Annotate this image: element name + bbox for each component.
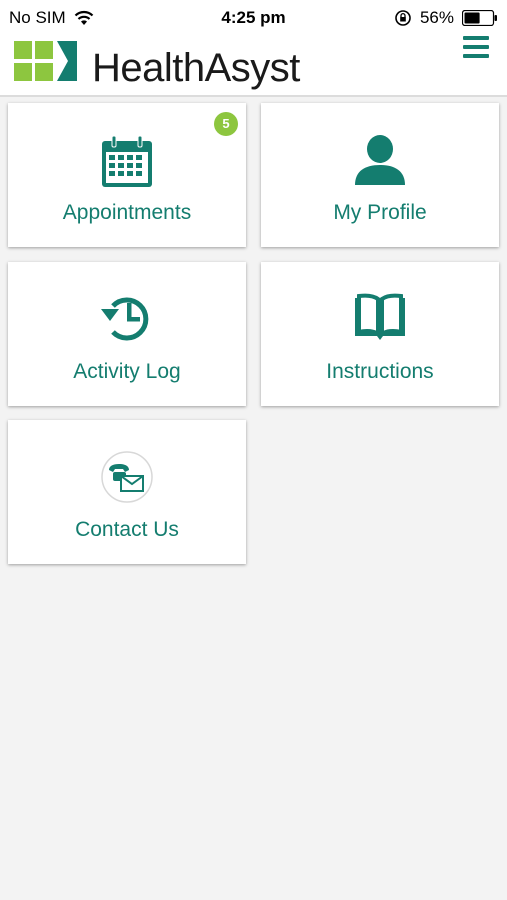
hamburger-menu-icon[interactable] [463, 36, 489, 58]
tile-label-contact-us: Contact Us [75, 518, 179, 541]
battery-percent: 56% [419, 8, 454, 27]
rotation-lock-icon [395, 10, 411, 26]
tile-my-profile[interactable]: My Profile [261, 103, 499, 247]
tile-label-appointments: Appointments [62, 201, 192, 224]
brand-name: HealthAsyst [92, 46, 300, 90]
tile-appointments[interactable]: Appointments 5 [8, 103, 246, 247]
tile-activity-log[interactable]: Activity Log [8, 262, 246, 406]
healthasyst-logo-icon [14, 41, 77, 81]
status-right: 56% [394, 8, 498, 28]
tile-instructions[interactable]: Instructions [261, 262, 499, 406]
appointments-count-badge: 5 [214, 112, 238, 136]
calendar-icon [102, 135, 152, 187]
app-header: HealthAsyst [0, 36, 507, 97]
status-bar: No SIM 4:25 pm 56% [0, 0, 507, 36]
battery-icon [462, 10, 497, 26]
tile-contact-us[interactable]: Contact Us [8, 420, 246, 564]
user-icon [355, 135, 405, 185]
book-icon [355, 293, 405, 340]
phone-mail-icon [101, 451, 153, 503]
tile-label-instructions: Instructions [326, 360, 434, 383]
history-icon [101, 297, 149, 341]
tile-label-activity-log: Activity Log [73, 360, 181, 383]
tile-label-my-profile: My Profile [333, 201, 427, 224]
